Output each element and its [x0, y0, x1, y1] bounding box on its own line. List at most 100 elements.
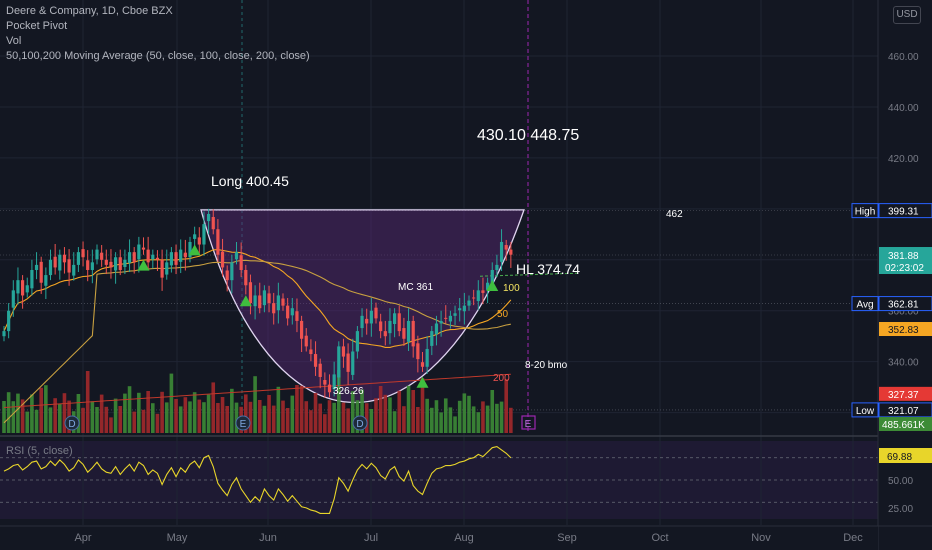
- candle-body: [30, 269, 34, 289]
- candle-body: [211, 217, 215, 230]
- volume-bar: [164, 402, 169, 433]
- annotation-higher-low: HL 374.74: [516, 261, 580, 277]
- avg-tag-text: Avg: [856, 300, 873, 311]
- candle-body: [62, 254, 67, 263]
- candle-body: [216, 229, 220, 255]
- candle-body: [281, 298, 285, 306]
- volume-bar: [332, 402, 336, 433]
- candle-body: [25, 285, 29, 293]
- annotation-ma200: 200: [493, 373, 510, 384]
- volume-bar: [53, 398, 57, 433]
- candle-body: [416, 343, 420, 360]
- volume-bar: [457, 400, 462, 433]
- volume-bar: [30, 394, 34, 433]
- candle-body: [197, 237, 201, 245]
- time-axis-background: [0, 526, 878, 550]
- candle-body: [304, 335, 308, 347]
- volume-bar: [476, 412, 481, 433]
- candle-body: [114, 257, 118, 271]
- candle-body: [207, 213, 211, 222]
- candle-body: [234, 252, 239, 260]
- candle-body: [337, 346, 341, 378]
- volume-bar: [281, 400, 285, 433]
- candle-body: [95, 249, 99, 260]
- stock-chart[interactable]: D E D E RSI (5, close) Long 400.45 430.10 448.…: [0, 0, 932, 550]
- candle-body: [379, 321, 383, 332]
- volume-bar: [132, 411, 136, 433]
- candle-body: [448, 315, 452, 322]
- candle-body: [2, 331, 6, 337]
- event-marker-text: E: [525, 419, 532, 430]
- event-marker-text: D: [68, 419, 75, 430]
- volume-bar: [151, 403, 155, 433]
- volume-bar: [206, 394, 211, 433]
- volume-bar: [104, 406, 109, 433]
- time-tick-label: Apr: [74, 532, 91, 544]
- candle-body: [374, 307, 378, 319]
- annotation-long-entry: Long 400.45: [211, 173, 289, 189]
- volume-bar: [406, 385, 411, 433]
- candle-body: [258, 295, 262, 309]
- volume-bar: [257, 400, 262, 433]
- event-marker-text: E: [240, 419, 247, 430]
- volume-bar: [295, 385, 299, 433]
- candle-body: [81, 249, 85, 258]
- candle-body: [109, 261, 113, 268]
- legend-moving-averages[interactable]: 50,100,200 Moving Average (50, close, 10…: [6, 49, 310, 64]
- volume-bar: [504, 379, 508, 433]
- candle-body: [90, 262, 94, 270]
- volume-bar: [48, 407, 53, 433]
- candle-body: [504, 245, 508, 250]
- candle-body: [48, 259, 53, 276]
- time-tick-label: Dec: [843, 532, 863, 544]
- volume-value: 485.661K: [882, 420, 925, 431]
- volume-bar: [11, 401, 16, 433]
- rsi-tick-label: 50.00: [888, 476, 913, 487]
- volume-bar: [448, 407, 453, 433]
- volume-bar: [490, 390, 495, 433]
- volume-bar: [346, 408, 350, 433]
- rsi-tick-label: 25.00: [888, 504, 913, 515]
- volume-bar: [378, 386, 383, 433]
- volume-bar: [81, 407, 85, 433]
- candle-body: [39, 261, 43, 283]
- candle-body: [7, 310, 11, 332]
- ma50-price-value: 352.83: [888, 325, 919, 336]
- volume-bar: [141, 409, 146, 433]
- candle-body: [127, 252, 132, 263]
- time-tick-label: Jul: [364, 532, 378, 544]
- low-tag-text: Low: [856, 406, 875, 417]
- candle-body: [397, 313, 401, 332]
- candle-body: [248, 282, 253, 304]
- candle-body: [44, 275, 48, 286]
- volume-bar: [416, 407, 420, 433]
- candle-body: [313, 354, 318, 367]
- time-tick-label: Oct: [651, 532, 668, 544]
- volume-bar: [44, 385, 48, 433]
- volume-bar: [183, 397, 188, 433]
- volume-bar: [155, 413, 160, 433]
- volume-bar: [118, 406, 123, 433]
- volume-bar: [443, 398, 448, 433]
- avg-price-value: 362.81: [888, 300, 919, 311]
- bar-countdown: 02:23:02: [885, 263, 924, 274]
- volume-bar: [271, 405, 276, 433]
- candle-body: [365, 318, 369, 324]
- candle-body: [72, 264, 76, 276]
- volume-bar: [230, 388, 234, 433]
- volume-bar: [453, 416, 457, 433]
- volume-bar: [383, 394, 388, 433]
- legend-pocket-pivot[interactable]: Pocket Pivot: [6, 19, 310, 34]
- annotation-cup-low: 326.26: [333, 386, 364, 397]
- volume-bar: [509, 407, 513, 433]
- legend-volume[interactable]: Vol: [6, 34, 310, 49]
- symbol-title[interactable]: Deere & Company, 1D, Cboe BZX: [6, 4, 310, 19]
- candle-body: [132, 252, 136, 263]
- candle-body: [244, 269, 248, 286]
- candle-body: [21, 280, 25, 296]
- currency-badge[interactable]: USD: [893, 6, 921, 24]
- volume-bar: [434, 400, 439, 433]
- candle-body: [16, 280, 20, 294]
- candle-body: [174, 252, 178, 265]
- candle-body: [104, 259, 108, 265]
